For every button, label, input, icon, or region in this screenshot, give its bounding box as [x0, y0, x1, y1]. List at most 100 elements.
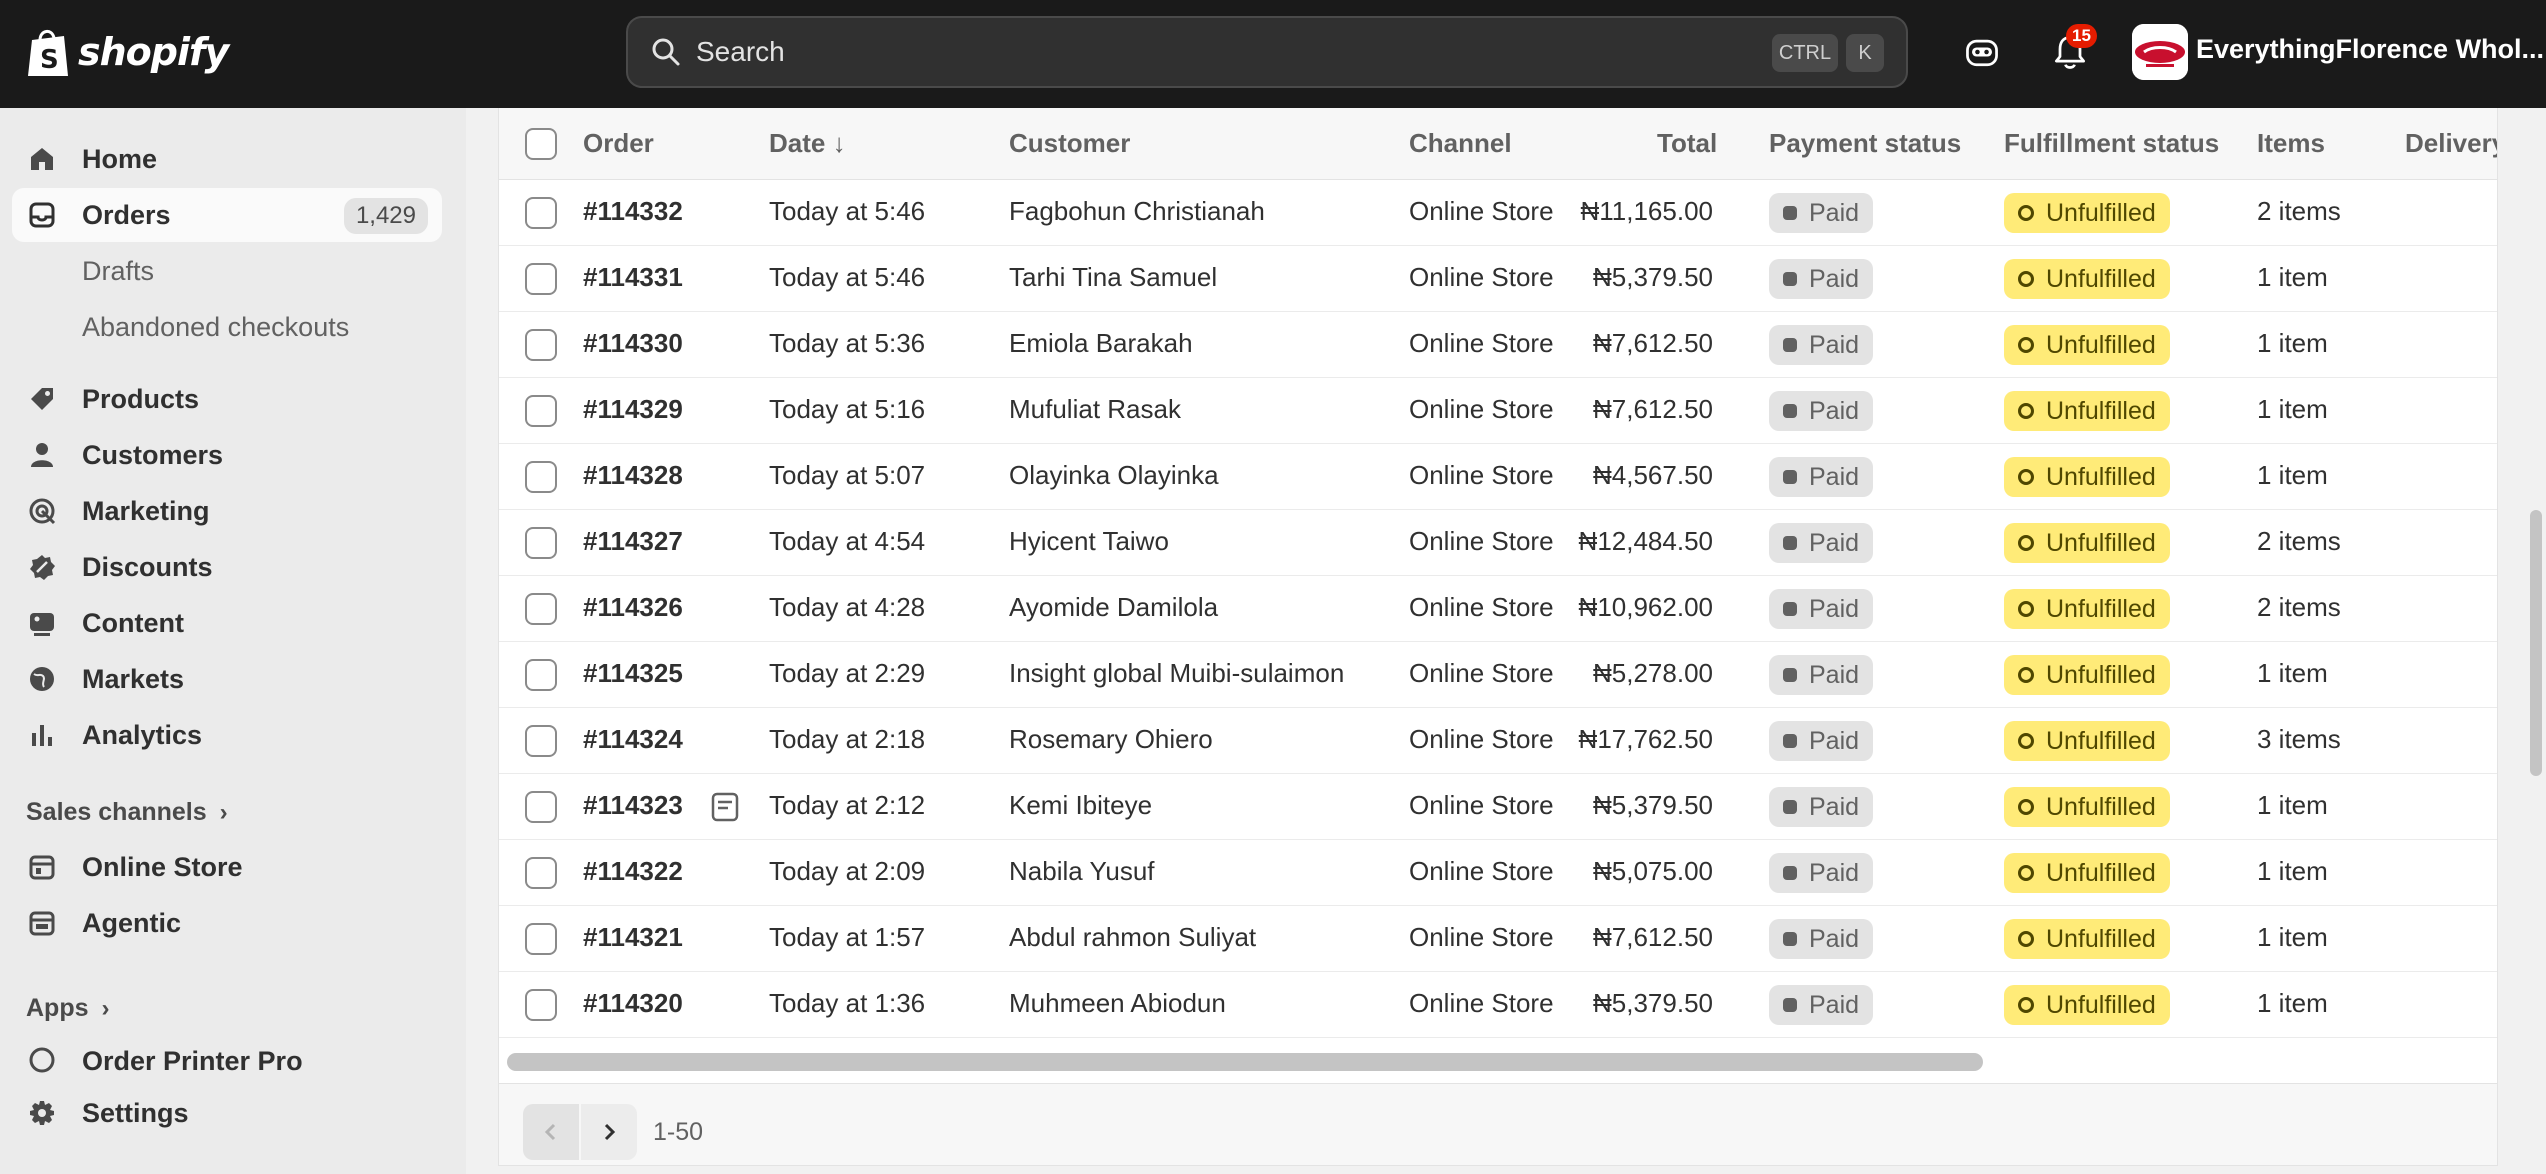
table-row[interactable]: #114327 Today at 4:54 Hyicent Taiwo Online …	[499, 510, 2497, 576]
order-number[interactable]: #114324	[583, 724, 683, 755]
row-checkbox[interactable]	[525, 329, 557, 361]
apps-heading[interactable]: Apps ›	[26, 994, 109, 1023]
header-payment-status[interactable]: Payment status	[1769, 128, 1961, 159]
shopify-logo[interactable]: S shopify	[26, 24, 229, 80]
item-count[interactable]: 1 item	[2257, 922, 2328, 953]
table-row[interactable]: #114320 Today at 1:36 Muhmeen Abiodun Onlin…	[499, 972, 2497, 1038]
sidebar-label-settings: Settings	[82, 1097, 189, 1128]
header-order[interactable]: Order	[583, 128, 654, 159]
sidebar-item-abandoned-checkouts[interactable]: Abandoned checkouts	[12, 300, 442, 354]
row-checkbox[interactable]	[525, 263, 557, 295]
row-checkbox[interactable]	[525, 395, 557, 427]
order-number[interactable]: #114327	[583, 526, 683, 557]
unfulfilled-ring-icon	[2018, 997, 2034, 1013]
sidebar-item-order-printer-pro[interactable]: Order Printer Pro	[12, 1040, 442, 1074]
select-all-checkbox[interactable]	[525, 128, 557, 160]
table-row[interactable]: #114328 Today at 5:07 Olayinka Olayinka Onl…	[499, 444, 2497, 510]
row-checkbox[interactable]	[525, 857, 557, 889]
item-count[interactable]: 1 item	[2257, 856, 2328, 887]
order-number[interactable]: #114330	[583, 328, 683, 359]
sidebar-item-discounts[interactable]: Discounts	[12, 540, 442, 594]
order-date: Today at 5:16	[769, 394, 926, 424]
sidebar-item-home[interactable]: Home	[12, 132, 442, 186]
table-row[interactable]: #114329 Today at 5:16 Mufuliat Rasak Online…	[499, 378, 2497, 444]
order-number[interactable]: #114321	[583, 922, 683, 953]
row-checkbox[interactable]	[525, 593, 557, 625]
sidebar-item-drafts[interactable]: Drafts	[12, 244, 442, 298]
sidebar-item-online-store[interactable]: Online Store	[12, 840, 442, 894]
order-total: ₦11,165.00	[1580, 196, 1713, 226]
shortcut-k-key: K	[1846, 34, 1884, 72]
table-row[interactable]: #114325 Today at 2:29 Insight global Muibi…	[499, 642, 2497, 708]
item-count[interactable]: 2 items	[2257, 196, 2341, 227]
header-fulfillment-status[interactable]: Fulfillment status	[2004, 128, 2219, 159]
table-row[interactable]: #114326 Today at 4:28 Ayomide Damilola Onli…	[499, 576, 2497, 642]
previous-page-button[interactable]	[523, 1104, 579, 1160]
sidebar-item-orders[interactable]: Orders 1,429	[12, 188, 442, 242]
item-count[interactable]: 1 item	[2257, 394, 2328, 425]
sidebar-item-analytics[interactable]: Analytics	[12, 708, 442, 762]
table-row[interactable]: #114324 Today at 2:18 Rosemary Ohiero Onlin…	[499, 708, 2497, 774]
order-number[interactable]: #114332	[583, 196, 683, 227]
table-row[interactable]: #114331 Today at 5:46 Tarhi Tina Samuel Onl…	[499, 246, 2497, 312]
item-count[interactable]: 1 item	[2257, 262, 2328, 293]
image-icon	[30, 613, 54, 636]
sidekick-button[interactable]	[1960, 28, 2004, 76]
horizontal-scrollbar[interactable]	[507, 1053, 1983, 1071]
sales-channels-heading[interactable]: Sales channels ›	[26, 798, 228, 827]
payment-status-badge: Paid	[1769, 589, 1874, 629]
sidebar-item-agentic[interactable]: Agentic	[12, 896, 442, 950]
order-number[interactable]: #114322	[583, 856, 683, 887]
fulfillment-status-badge: Unfulfilled	[2004, 325, 2170, 365]
table-row[interactable]: #114332 Today at 5:46 Fagbohun Christianah…	[499, 180, 2497, 246]
item-count[interactable]: 1 item	[2257, 658, 2328, 689]
next-page-button[interactable]	[581, 1104, 637, 1160]
table-row[interactable]: #114322 Today at 2:09 Nabila Yusuf Online S…	[499, 840, 2497, 906]
order-number[interactable]: #114323	[583, 790, 683, 821]
order-number[interactable]: #114320	[583, 988, 683, 1019]
order-number[interactable]: #114325	[583, 658, 683, 689]
header-customer[interactable]: Customer	[1009, 128, 1130, 159]
store-name[interactable]: EverythingFlorence Whol...	[2196, 34, 2544, 65]
row-checkbox[interactable]	[525, 989, 557, 1021]
item-count[interactable]: 1 item	[2257, 790, 2328, 821]
item-count[interactable]: 1 item	[2257, 460, 2328, 491]
order-number[interactable]: #114328	[583, 460, 683, 491]
sidebar-item-marketing[interactable]: Marketing	[12, 484, 442, 538]
unfulfilled-ring-icon	[2018, 865, 2034, 881]
row-checkbox[interactable]	[525, 527, 557, 559]
row-checkbox[interactable]	[525, 791, 557, 823]
sidebar-item-products[interactable]: Products	[12, 372, 442, 426]
header-date[interactable]: Date ↓	[769, 128, 846, 159]
header-items[interactable]: Items	[2257, 128, 2325, 159]
sidebar-item-settings[interactable]: Settings	[12, 1086, 442, 1140]
item-count[interactable]: 2 items	[2257, 592, 2341, 623]
header-total[interactable]: Total	[1657, 128, 1717, 159]
item-count[interactable]: 1 item	[2257, 328, 2328, 359]
store-logo-avatar[interactable]	[2132, 24, 2188, 80]
order-number[interactable]: #114326	[583, 592, 683, 623]
order-number[interactable]: #114331	[583, 262, 683, 293]
search-bar[interactable]: Search CTRL K	[626, 16, 1908, 88]
item-count[interactable]: 3 items	[2257, 724, 2341, 755]
table-row[interactable]: #114321 Today at 1:57 Abdul rahmon Suliyat…	[499, 906, 2497, 972]
header-channel[interactable]: Channel	[1409, 128, 1512, 159]
table-row[interactable]: #114323 Today at 2:12 Kemi Ibiteye Online S…	[499, 774, 2497, 840]
row-checkbox[interactable]	[525, 725, 557, 757]
item-count[interactable]: 2 items	[2257, 526, 2341, 557]
order-total: ₦7,612.50	[1593, 922, 1713, 952]
sidebar-item-markets[interactable]: Markets	[12, 652, 442, 706]
sidebar-item-content[interactable]: Content	[12, 596, 442, 650]
item-count[interactable]: 1 item	[2257, 988, 2328, 1019]
table-footer: 1-50	[499, 1083, 2497, 1165]
row-checkbox[interactable]	[525, 659, 557, 691]
sidebar-item-customers[interactable]: Customers	[12, 428, 442, 482]
note-icon[interactable]	[711, 792, 739, 822]
table-row[interactable]: #114330 Today at 5:36 Emiola Barakah Online…	[499, 312, 2497, 378]
row-checkbox[interactable]	[525, 461, 557, 493]
order-number[interactable]: #114329	[583, 394, 683, 425]
row-checkbox[interactable]	[525, 923, 557, 955]
row-checkbox[interactable]	[525, 197, 557, 229]
vertical-scrollbar[interactable]	[2530, 510, 2542, 776]
header-delivery[interactable]: Delivery	[2405, 128, 2497, 159]
